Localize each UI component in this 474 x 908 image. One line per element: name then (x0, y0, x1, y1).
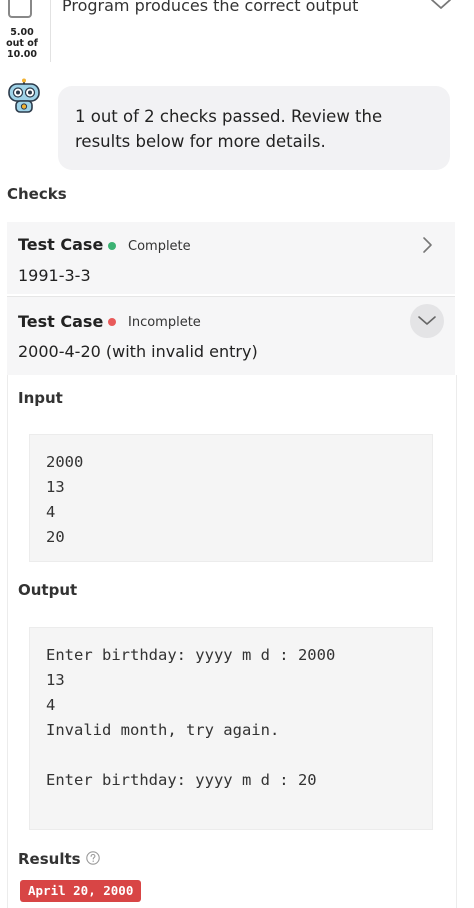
chevron-down-icon (418, 316, 436, 325)
checks-heading: Checks (7, 185, 67, 203)
rubric-divider (50, 0, 51, 62)
test-case-complete[interactable]: Test Case Complete 1991-3-3 (7, 222, 455, 294)
chevron-right-icon[interactable] (420, 236, 434, 254)
status-dot-incomplete (108, 318, 116, 326)
status-label: Incomplete (128, 315, 201, 330)
input-heading: Input (18, 389, 63, 407)
feedback-message: 1 out of 2 checks passed. Review the res… (58, 86, 450, 170)
test-case-subtitle: 1991-3-3 (18, 266, 91, 285)
results-heading: Results (18, 850, 81, 868)
rubric-checkbox[interactable] (8, 0, 32, 18)
rubric-row[interactable]: 5.00 out of 10.00 Program produces the c… (0, 0, 474, 66)
status-dot-complete (108, 242, 116, 250)
input-code-box: 2000 13 4 20 (29, 434, 433, 562)
test-case-title: Test Case (18, 312, 104, 331)
rubric-title: Program produces the correct output (62, 0, 359, 15)
help-icon[interactable] (86, 851, 100, 865)
chevron-down-icon[interactable] (430, 0, 452, 12)
robot-avatar-icon (8, 78, 40, 113)
output-heading: Output (18, 581, 78, 599)
test-case-title: Test Case (18, 235, 104, 254)
score-out-of: out of (6, 38, 38, 49)
result-error-badge: April 20, 2000 (20, 880, 142, 902)
rubric-score: 5.00 out of 10.00 (0, 27, 44, 60)
status-label: Complete (128, 239, 191, 254)
test-case-incomplete[interactable]: Test Case Incomplete 2000-4-20 (with inv… (7, 296, 455, 375)
score-max: 10.00 (6, 49, 38, 60)
collapse-button[interactable] (410, 304, 444, 338)
output-code-box: Enter birthday: yyyy m d : 2000 13 4 Inv… (29, 627, 433, 830)
score-value: 5.00 (10, 27, 34, 38)
test-case-subtitle: 2000-4-20 (with invalid entry) (18, 342, 258, 361)
